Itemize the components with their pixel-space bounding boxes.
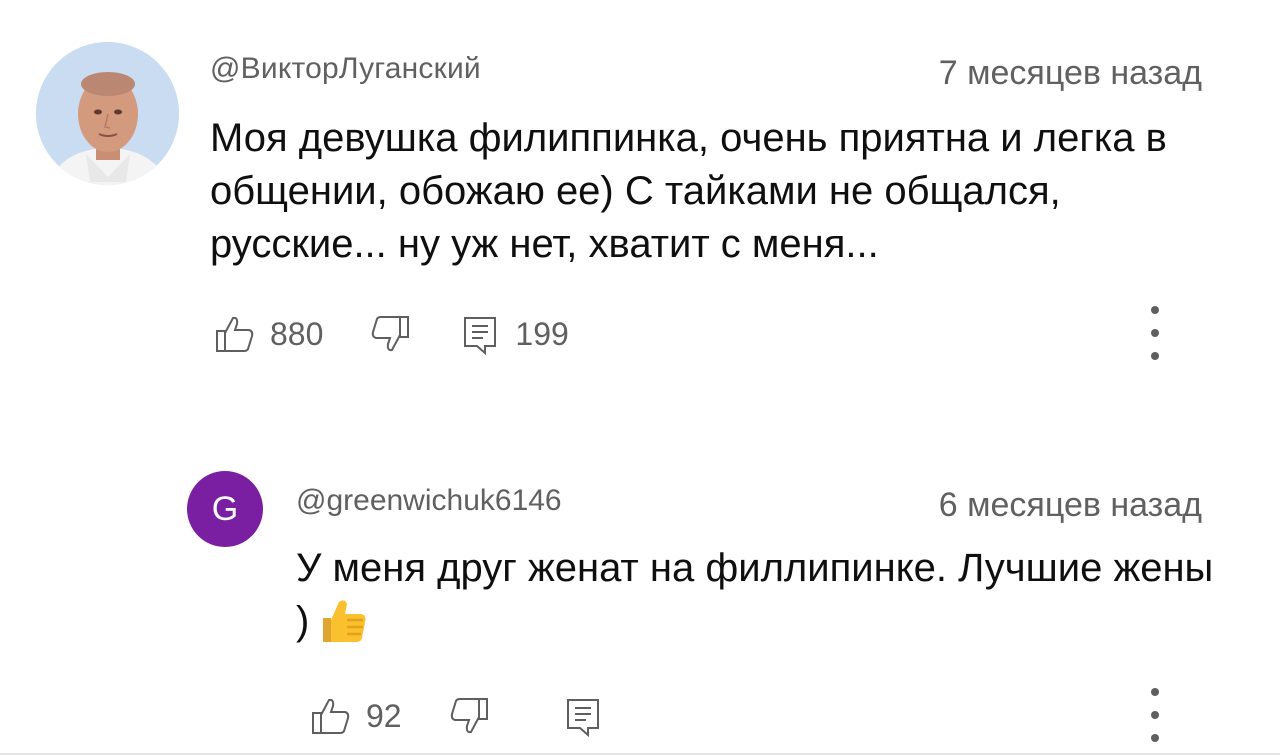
comment-author[interactable]: @ВикторЛуганский	[210, 52, 481, 86]
comment-text: У меня друг женат на филлипинке. Лучшие …	[296, 542, 1216, 647]
thumbs-up-icon[interactable]	[214, 313, 256, 355]
reply-count[interactable]: 199	[515, 316, 568, 353]
like-count: 92	[366, 697, 402, 734]
comment-timestamp[interactable]: 7 месяцев назад	[939, 54, 1202, 93]
comment-timestamp[interactable]: 6 месяцев назад	[939, 486, 1202, 525]
avatar[interactable]	[36, 42, 179, 185]
more-vertical-icon[interactable]	[1140, 306, 1170, 360]
reply-comment: G @greenwichuk6146 6 месяцев назад У мен…	[0, 420, 1280, 755]
thumbs-up-icon[interactable]	[310, 695, 352, 737]
comment-actions: 92	[310, 692, 604, 740]
thumbs-down-icon[interactable]	[369, 313, 411, 355]
like-count: 880	[270, 315, 324, 352]
comment-actions: 880 199	[214, 310, 569, 358]
avatar[interactable]: G	[187, 471, 263, 547]
comment: @ВикторЛуганский 7 месяцев назад Моя дев…	[0, 0, 1280, 420]
thumbs-down-icon[interactable]	[448, 695, 490, 737]
comments-page: @ВикторЛуганский 7 месяцев назад Моя дев…	[0, 0, 1280, 755]
comment-text-body: У меня друг женат на филлипинке. Лучшие …	[296, 546, 1214, 643]
comment-icon[interactable]	[562, 695, 604, 737]
avatar-photo	[36, 42, 179, 185]
comment-icon[interactable]	[459, 313, 501, 355]
comment-text: Моя девушка филиппинка, очень приятна и …	[210, 116, 1167, 266]
comment-author[interactable]: @greenwichuk6146	[296, 484, 562, 518]
more-vertical-icon[interactable]	[1140, 688, 1170, 742]
thumbs-up-emoji	[323, 600, 366, 642]
